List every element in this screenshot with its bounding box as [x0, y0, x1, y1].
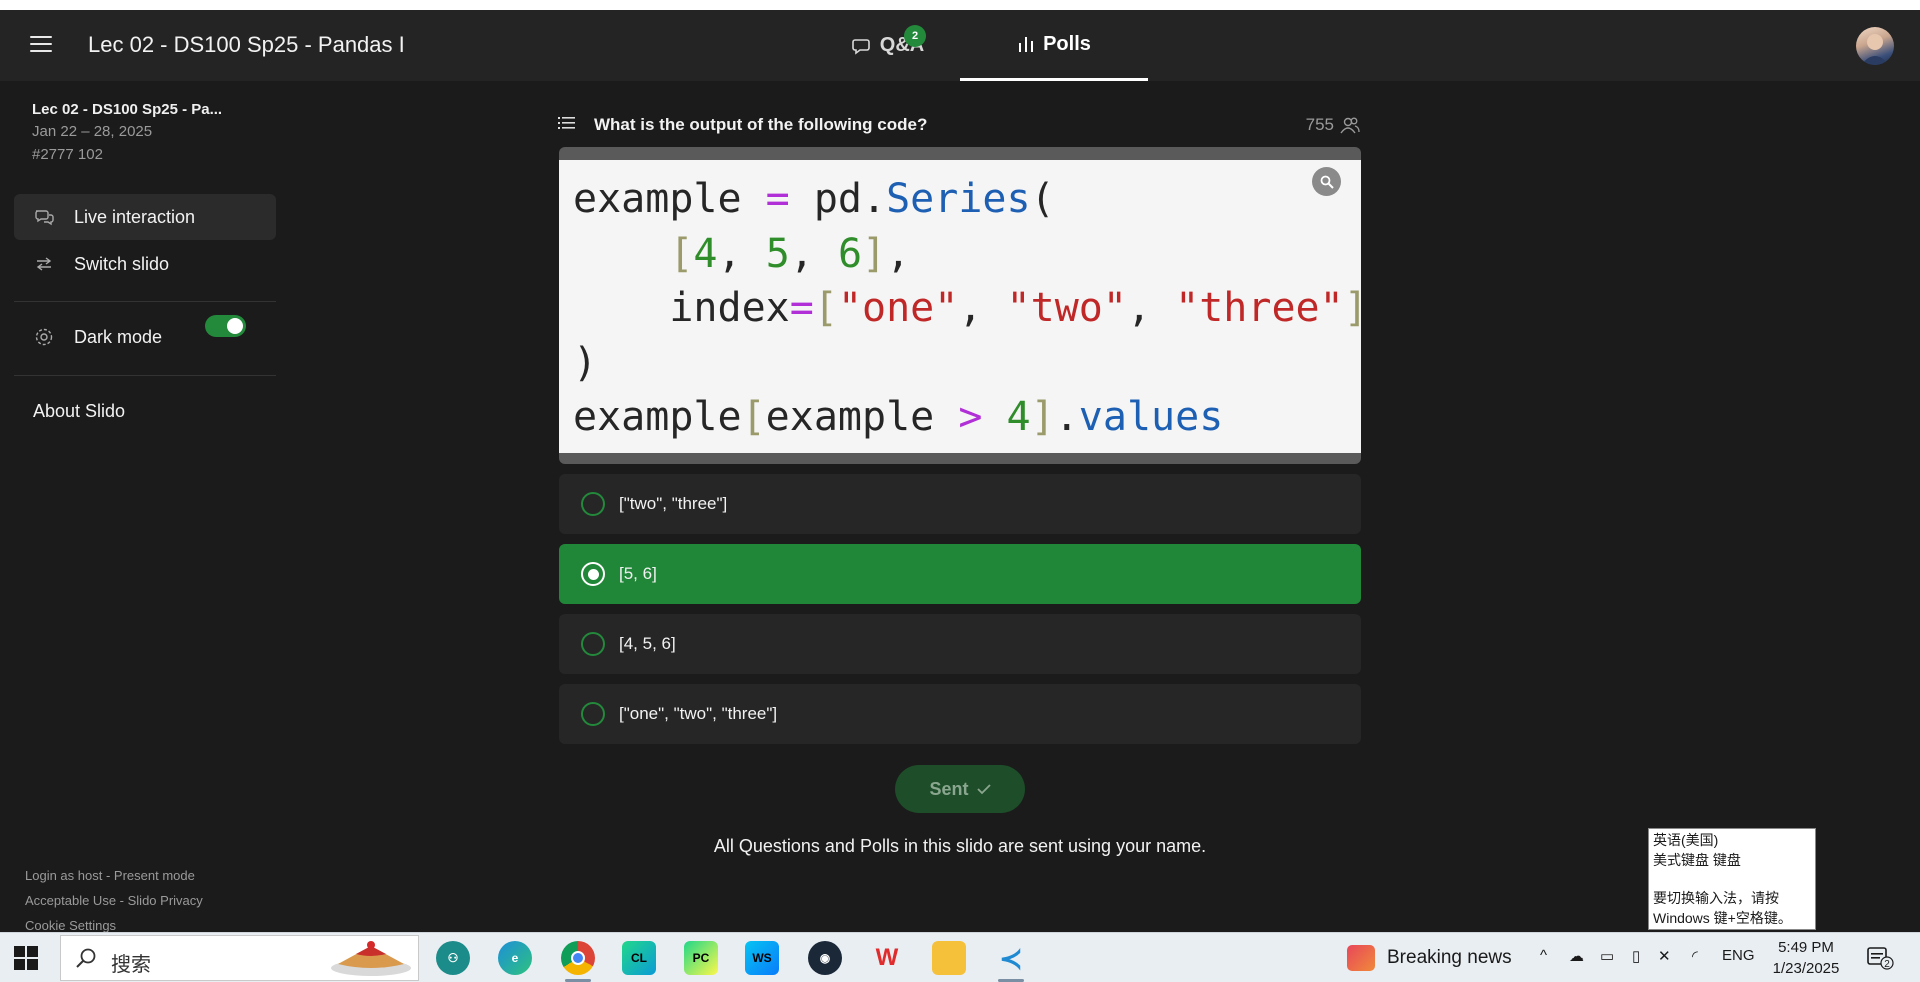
sidebar-divider — [14, 375, 276, 376]
wifi-icon[interactable]: ◜ — [1692, 947, 1698, 965]
event-title: Lec 02 - DS100 Sp25 - Pandas I — [88, 32, 405, 57]
poll-option-label: ["one", "two", "three"] — [619, 704, 778, 723]
taskbar-search[interactable]: 搜索 — [60, 935, 419, 981]
speaker-muted-icon[interactable]: ✕ — [1658, 947, 1671, 965]
cloud-icon[interactable]: ☁ — [1569, 947, 1584, 965]
tab-polls-label: Polls — [1043, 32, 1091, 55]
menu-icon[interactable] — [30, 36, 52, 54]
tab-qa[interactable]: Q&A — [828, 10, 948, 81]
present-mode-link[interactable]: Present mode — [114, 868, 195, 883]
code-snippet: example = pd.Series( [4, 5, 6], index=["… — [573, 176, 1361, 440]
sidebar-event-title: Lec 02 - DS100 Sp25 - Pa... — [32, 101, 223, 118]
poll-question-text: What is the output of the following code… — [594, 115, 928, 134]
sidebar-item-label: Dark mode — [74, 326, 163, 347]
privacy-link[interactable]: Slido Privacy — [128, 893, 203, 908]
poll-option-label: ["two", "three"] — [619, 494, 728, 513]
sidebar: Lec 02 - DS100 Sp25 - Pa... Jan 22 – 28,… — [0, 81, 290, 933]
taskbar-app-chrome-icon[interactable] — [561, 941, 595, 975]
radio-button[interactable] — [581, 702, 605, 726]
radio-button[interactable] — [581, 632, 605, 656]
tab-polls[interactable]: Polls — [960, 10, 1148, 81]
language-indicator[interactable]: ENG — [1722, 947, 1755, 964]
sidebar-divider — [14, 301, 276, 302]
news-icon — [1347, 945, 1375, 971]
chat-bubbles-icon — [14, 208, 74, 226]
participant-count: 755 — [1306, 115, 1360, 135]
ime-tooltip: 英语(美国) 美式键盘 键盘 要切换输入法，请按 Windows 键+空格键。 — [1648, 828, 1816, 930]
people-icon — [1340, 117, 1360, 134]
battery-icon[interactable]: ▭ — [1600, 947, 1614, 965]
question-code-image: example = pd.Series( [4, 5, 6], index=["… — [559, 147, 1361, 464]
top-strip — [0, 0, 1920, 10]
magnifier-icon — [1320, 175, 1334, 189]
checkmark-icon — [976, 784, 991, 795]
radio-button-selected[interactable] — [581, 562, 605, 586]
notification-center-icon[interactable]: 2 — [1866, 945, 1894, 971]
news-widget[interactable]: Breaking news — [1347, 945, 1512, 971]
system-clock[interactable]: 5:49 PM 1/23/2025 — [1768, 937, 1844, 979]
poll-question-header: What is the output of the following code… — [558, 110, 1360, 140]
user-avatar[interactable] — [1856, 27, 1894, 65]
taskbar-app-edge-icon[interactable]: e — [498, 941, 532, 975]
poll-option-3[interactable]: [4, 5, 6] — [559, 614, 1361, 674]
chevron-up-icon[interactable]: ^ — [1540, 947, 1547, 964]
taskbar-app-vscode-icon[interactable]: ≺ — [994, 941, 1028, 975]
radio-button[interactable] — [581, 492, 605, 516]
acceptable-use-link[interactable]: Acceptable Use — [25, 893, 116, 908]
login-host-link[interactable]: Login as host — [25, 868, 102, 883]
chat-bubble-icon — [851, 38, 870, 55]
sidebar-event-dates: Jan 22 – 28, 2025 — [32, 123, 153, 140]
sidebar-item-label: Switch slido — [74, 253, 170, 274]
sidebar-item-live-interaction[interactable]: Live interaction — [14, 194, 276, 240]
list-icon — [558, 115, 594, 136]
poll-option-label: [4, 5, 6] — [619, 634, 676, 653]
gear-icon — [14, 327, 74, 347]
about-slido-link[interactable]: About Slido — [33, 401, 125, 422]
windows-taskbar: 搜索 ⚇ e CL PC WS ◉ W ≺ Breaking news ^ ☁ … — [0, 932, 1920, 982]
cookie-settings-link[interactable]: Cookie Settings — [25, 918, 116, 933]
swap-arrows-icon — [14, 256, 74, 272]
taskbar-app-brain-icon[interactable]: ⚇ — [436, 941, 470, 975]
sidebar-event-code: #2777 102 — [32, 146, 103, 163]
taskbar-app-wps-icon[interactable]: W — [870, 941, 904, 975]
sidebar-item-switch-slido[interactable]: Switch slido — [14, 241, 276, 287]
poll-option-4[interactable]: ["one", "two", "three"] — [559, 684, 1361, 744]
poll-option-label: [5, 6] — [619, 564, 657, 583]
app-header: Lec 02 - DS100 Sp25 - Pandas I Q&A 2 Pol… — [0, 10, 1920, 81]
windows-start-icon[interactable] — [14, 946, 38, 970]
qa-count-badge: 2 — [904, 25, 926, 47]
poll-option-2[interactable]: [5, 6] — [559, 544, 1361, 604]
zoom-image-button[interactable] — [1312, 167, 1341, 196]
svg-text:2: 2 — [1884, 959, 1890, 970]
taskbar-app-clion-icon[interactable]: CL — [622, 941, 656, 975]
sent-button[interactable]: Sent — [895, 765, 1025, 813]
pie-illustration-icon — [331, 941, 411, 976]
search-placeholder: 搜索 — [111, 954, 151, 976]
search-icon — [76, 948, 96, 968]
dark-mode-toggle[interactable] — [205, 315, 246, 337]
taskbar-app-folder-icon[interactable] — [932, 941, 966, 975]
anonymity-note: All Questions and Polls in this slido ar… — [713, 836, 1207, 856]
sidebar-footer: Login as host - Present mode Acceptable … — [25, 868, 203, 933]
taskbar-app-steam-icon[interactable]: ◉ — [808, 941, 842, 975]
device-icon[interactable]: ▯ — [1632, 947, 1640, 965]
bar-chart-icon — [1019, 37, 1034, 52]
sidebar-item-label: Live interaction — [74, 206, 196, 227]
taskbar-app-webstorm-icon[interactable]: WS — [745, 941, 779, 975]
poll-option-1[interactable]: ["two", "three"] — [559, 474, 1361, 534]
taskbar-app-pycharm-icon[interactable]: PC — [684, 941, 718, 975]
